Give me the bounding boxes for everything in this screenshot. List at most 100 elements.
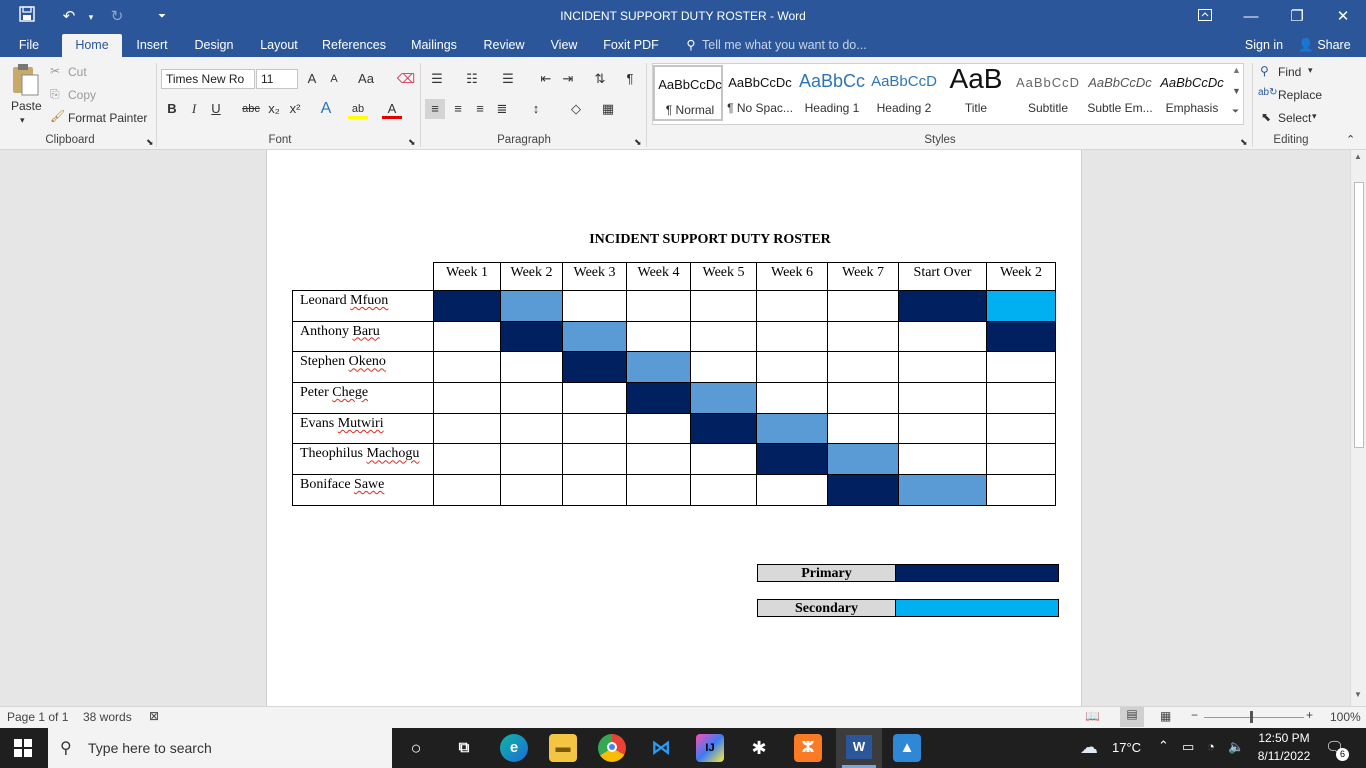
primary-duty-cell[interactable] xyxy=(986,320,1056,353)
select-dropdown-icon[interactable]: ▾ xyxy=(1312,111,1317,122)
chrome-icon[interactable] xyxy=(598,734,626,762)
tab-references[interactable]: References xyxy=(318,34,390,57)
empty-cell[interactable] xyxy=(690,351,757,384)
windows-start-icon[interactable] xyxy=(14,739,32,760)
tell-me-input[interactable]: Tell me what you want to do... xyxy=(702,34,872,57)
primary-duty-cell[interactable] xyxy=(756,443,828,476)
style-normal[interactable]: AaBbCcDc ¶ Normal xyxy=(653,65,723,121)
empty-cell[interactable] xyxy=(898,443,987,476)
text-effects-icon[interactable]: A xyxy=(316,99,336,119)
empty-cell[interactable] xyxy=(562,474,627,506)
numbering-icon[interactable]: ☷ xyxy=(462,69,482,89)
empty-cell[interactable] xyxy=(626,443,691,476)
header-corner-cell[interactable] xyxy=(292,262,434,291)
style-emphasis[interactable]: AaBbCcDc Emphasis xyxy=(1157,65,1227,121)
empty-cell[interactable] xyxy=(986,443,1056,476)
column-header[interactable]: Week 3 xyxy=(562,262,627,291)
select-button[interactable]: Select xyxy=(1278,111,1311,125)
replace-button[interactable]: Replace xyxy=(1278,88,1322,102)
empty-cell[interactable] xyxy=(756,320,828,353)
justify-icon[interactable]: ≣ xyxy=(492,99,512,119)
intellij-icon[interactable]: IJ xyxy=(696,734,724,762)
increase-indent-icon[interactable]: ⇥ xyxy=(558,69,578,89)
sort-icon[interactable]: ⇅ xyxy=(590,69,610,89)
column-header[interactable]: Week 7 xyxy=(827,262,899,291)
copy-button[interactable]: Copy xyxy=(68,88,96,102)
empty-cell[interactable] xyxy=(756,290,828,322)
empty-cell[interactable] xyxy=(756,382,828,414)
empty-cell[interactable] xyxy=(433,412,501,445)
empty-cell[interactable] xyxy=(626,320,691,353)
empty-cell[interactable] xyxy=(433,474,501,506)
column-header[interactable]: Week 1 xyxy=(433,262,501,291)
empty-cell[interactable] xyxy=(827,351,899,384)
primary-duty-cell[interactable] xyxy=(562,351,627,384)
format-painter-button[interactable]: Format Painter xyxy=(68,111,147,125)
styles-scroll-up-icon[interactable]: ▲ xyxy=(1232,65,1241,75)
column-header[interactable]: Start Over xyxy=(898,262,987,291)
column-header[interactable]: Week 2 xyxy=(986,262,1056,291)
empty-cell[interactable] xyxy=(898,382,987,414)
page-count[interactable]: Page 1 of 1 xyxy=(7,710,68,724)
secondary-duty-cell[interactable] xyxy=(690,382,757,414)
scroll-thumb[interactable] xyxy=(1354,182,1364,448)
zoom-slider[interactable] xyxy=(1204,717,1304,718)
collapse-ribbon-icon[interactable]: ⌃ xyxy=(1346,133,1355,146)
file-explorer-icon[interactable]: ▬ xyxy=(549,734,577,762)
secondary-duty-cell[interactable] xyxy=(898,474,987,506)
underline-button[interactable]: U xyxy=(206,99,226,119)
zoom-level[interactable]: 100% xyxy=(1330,710,1361,724)
tab-design[interactable]: Design xyxy=(188,34,240,57)
empty-cell[interactable] xyxy=(626,474,691,506)
empty-cell[interactable] xyxy=(827,382,899,414)
xampp-icon[interactable]: ⵣ xyxy=(794,734,822,762)
primary-duty-cell[interactable] xyxy=(690,412,757,445)
empty-cell[interactable] xyxy=(827,290,899,322)
empty-cell[interactable] xyxy=(562,412,627,445)
empty-cell[interactable] xyxy=(500,382,563,414)
style-heading-1[interactable]: AaBbCc Heading 1 xyxy=(797,65,867,121)
empty-cell[interactable] xyxy=(433,351,501,384)
column-header[interactable]: Week 5 xyxy=(690,262,757,291)
volume-muted-icon[interactable]: 🔈 xyxy=(1228,739,1244,755)
styles-more-icon[interactable]: ⏷ xyxy=(1232,106,1239,117)
empty-cell[interactable] xyxy=(986,382,1056,414)
empty-cell[interactable] xyxy=(500,474,563,506)
photos-icon[interactable]: ▲ xyxy=(893,734,921,762)
read-mode-icon[interactable]: 📖 xyxy=(1085,709,1100,723)
primary-duty-cell[interactable] xyxy=(626,382,691,414)
share-button[interactable]: Share xyxy=(1316,34,1352,57)
tab-home[interactable]: Home xyxy=(62,34,122,57)
tab-view[interactable]: View xyxy=(544,34,584,57)
secondary-duty-cell[interactable] xyxy=(562,320,627,353)
empty-cell[interactable] xyxy=(827,412,899,445)
empty-cell[interactable] xyxy=(690,320,757,353)
subscript-button[interactable]: x₂ xyxy=(264,99,284,119)
vscode-icon[interactable]: ⋈ xyxy=(647,734,675,762)
scroll-up-icon[interactable]: ▲ xyxy=(1354,152,1362,161)
highlight-icon[interactable]: ab xyxy=(348,99,368,119)
task-view-icon[interactable]: ⧉ xyxy=(450,734,478,762)
zoom-slider-thumb[interactable] xyxy=(1250,711,1253,723)
font-color-icon[interactable]: A xyxy=(382,99,402,119)
shading-icon[interactable]: ◇ xyxy=(566,99,586,119)
font-size-box[interactable]: 11 xyxy=(256,69,298,89)
style-subtle-emphasis[interactable]: AaBbCcDc Subtle Em... xyxy=(1085,65,1155,121)
ribbon-display-icon[interactable] xyxy=(1182,0,1228,34)
line-spacing-icon[interactable]: ↕ xyxy=(526,99,546,119)
empty-cell[interactable] xyxy=(562,382,627,414)
find-button[interactable]: Find xyxy=(1278,65,1301,79)
bullets-icon[interactable]: ☰ xyxy=(427,69,447,89)
change-case-icon[interactable]: Aa xyxy=(354,69,378,89)
cortana-icon[interactable]: ○ xyxy=(402,734,430,762)
style-heading-2[interactable]: AaBbCcD Heading 2 xyxy=(869,65,939,121)
shrink-font-icon[interactable]: A xyxy=(324,69,344,89)
tab-file[interactable]: File xyxy=(8,34,50,57)
empty-cell[interactable] xyxy=(433,382,501,414)
find-dropdown-icon[interactable]: ▾ xyxy=(1308,65,1313,76)
clock-time[interactable]: 12:50 PM xyxy=(1254,731,1314,745)
style-no-spacing[interactable]: AaBbCcDc ¶ No Spac... xyxy=(725,65,795,121)
styles-launcher-icon[interactable]: ⬊ xyxy=(1240,137,1248,148)
align-left-icon[interactable]: ≡ xyxy=(425,99,445,119)
empty-cell[interactable] xyxy=(562,443,627,476)
